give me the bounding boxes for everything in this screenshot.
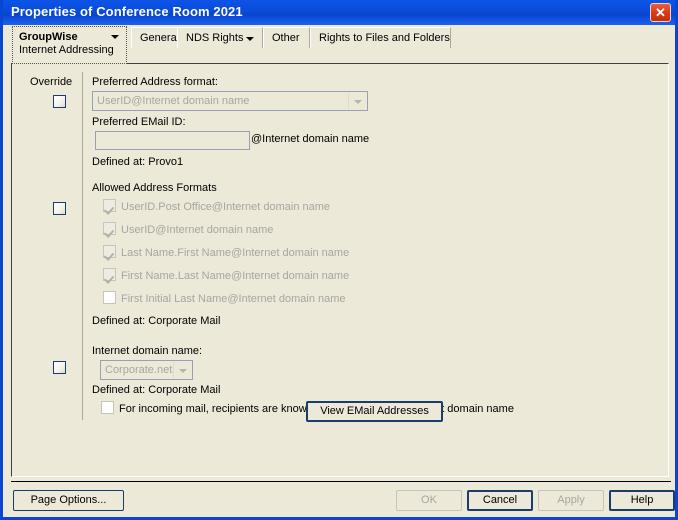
view-email-addresses-button[interactable]: View EMail Addresses <box>306 401 443 422</box>
preferred-email-id-suffix: @Internet domain name <box>251 133 370 145</box>
page-options-button[interactable]: Page Options... <box>13 490 124 511</box>
chevron-down-icon <box>111 35 119 39</box>
chevron-down-icon[interactable] <box>173 362 191 378</box>
checkbox-first-initial-lastname-label: First Initial Last Name@Internet domain … <box>121 293 346 305</box>
checkbox-first-initial-lastname[interactable] <box>103 291 116 304</box>
checkbox-firstname-lastname[interactable] <box>103 268 116 281</box>
preferred-email-id-label: Preferred EMail ID: <box>92 116 186 128</box>
internet-domain-name-value: Corporate.net <box>105 364 173 376</box>
preferred-address-format-label: Preferred Address format: <box>92 76 218 88</box>
close-icon[interactable]: ✕ <box>650 3 671 22</box>
override-checkbox-allowed-formats[interactable] <box>53 202 66 215</box>
tab-groupwise[interactable]: GroupWise Internet Addressing <box>12 26 127 64</box>
internet-domain-name-label: Internet domain name: <box>92 345 203 357</box>
override-column-header: Override <box>30 76 73 88</box>
tab-rights-label: Rights to Files and Folders <box>319 32 450 44</box>
checkbox-lastname-firstname-label: Last Name.First Name@Internet domain nam… <box>121 247 350 259</box>
properties-dialog: Properties of Conference Room 2021 ✕ Gro… <box>0 0 678 520</box>
checkbox-userid-label: UserID@Internet domain name <box>121 224 274 236</box>
cancel-button[interactable]: Cancel <box>467 490 533 511</box>
tab-nds-rights[interactable]: NDS Rights <box>177 27 263 48</box>
checkbox-lastname-firstname[interactable] <box>103 245 116 258</box>
defined-at-provo1: Defined at: Provo1 <box>92 156 184 168</box>
tab-other-label: Other <box>272 32 300 44</box>
chevron-down-icon <box>246 37 254 41</box>
defined-at-corporate-mail-1: Defined at: Corporate Mail <box>92 315 221 327</box>
checkbox-userid[interactable] <box>103 222 116 235</box>
checkbox-userid-post-office[interactable] <box>103 199 116 212</box>
apply-button[interactable]: Apply <box>538 490 604 511</box>
help-button[interactable]: Help <box>609 490 675 511</box>
internet-domain-name-combo[interactable]: Corporate.net <box>100 360 193 380</box>
ok-button[interactable]: OK <box>396 490 462 511</box>
column-divider <box>82 72 83 420</box>
preferred-email-id-input[interactable] <box>95 131 250 150</box>
footer-bar: Page Options... OK Cancel Apply Help <box>3 484 675 517</box>
checkbox-firstname-lastname-label: First Name.Last Name@Internet domain nam… <box>121 270 350 282</box>
tab-groupwise-label: GroupWise <box>19 31 78 43</box>
preferred-address-format-combo[interactable]: UserID@Internet domain name <box>92 91 368 111</box>
tab-groupwise-sublabel: Internet Addressing <box>19 44 114 56</box>
allowed-address-formats-label: Allowed Address Formats <box>92 182 217 194</box>
override-checkbox-internet-domain[interactable] <box>53 361 66 374</box>
window-title: Properties of Conference Room 2021 <box>11 4 243 19</box>
footer-divider <box>11 481 671 482</box>
tab-strip: GroupWise Internet Addressing General ND… <box>3 25 675 64</box>
tab-nds-rights-label: NDS Rights <box>186 32 244 44</box>
chevron-down-icon[interactable] <box>348 93 366 109</box>
content-panel: Override Preferred Address format: UserI… <box>11 63 669 477</box>
checkbox-exclusive-domain[interactable] <box>101 401 114 414</box>
checkbox-userid-post-office-label: UserID.Post Office@Internet domain name <box>121 201 331 213</box>
tab-rights-to-files-and-folders[interactable]: Rights to Files and Folders <box>310 27 451 48</box>
close-glyph: ✕ <box>655 5 666 20</box>
preferred-address-format-value: UserID@Internet domain name <box>97 95 250 107</box>
defined-at-corporate-mail-2: Defined at: Corporate Mail <box>92 384 221 396</box>
override-checkbox-address-format[interactable] <box>53 95 66 108</box>
title-bar: Properties of Conference Room 2021 ✕ <box>3 0 675 26</box>
tab-other[interactable]: Other <box>263 27 310 48</box>
